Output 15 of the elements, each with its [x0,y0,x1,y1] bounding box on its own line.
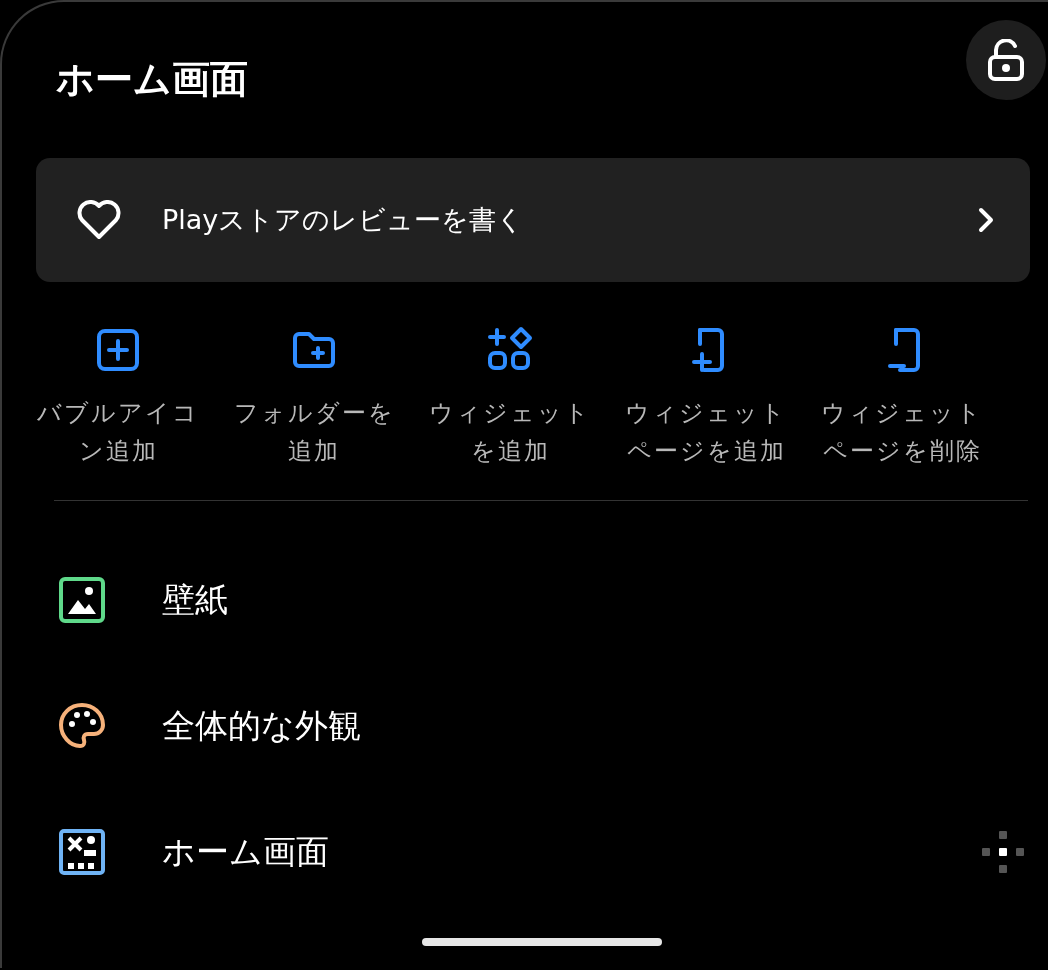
setting-item[interactable]: ホーム画面 [162,829,982,875]
unlock-icon [987,39,1025,81]
quick-action[interactable]: ウィジェットページを追加 [608,326,804,470]
plus-square-icon [94,326,142,374]
setting-item[interactable]: 全体的な外観 [162,703,1030,749]
drag-handle-icon[interactable] [982,831,1024,873]
review-card[interactable]: Playストアのレビューを書く [36,158,1030,282]
quick-action[interactable]: ウィジェットを追加 [412,326,608,470]
quick-action[interactable]: バブルアイコン追加 [20,326,216,470]
heart-icon [76,200,122,240]
setting-item[interactable]: 壁紙 [162,577,1030,623]
page-title: ホーム画面 [56,55,248,103]
quick-action[interactable]: フォルダーを追加 [216,326,412,470]
chevron-right-icon [978,207,994,233]
quick-action[interactable]: ウィジェットページを削除 [804,326,1000,470]
